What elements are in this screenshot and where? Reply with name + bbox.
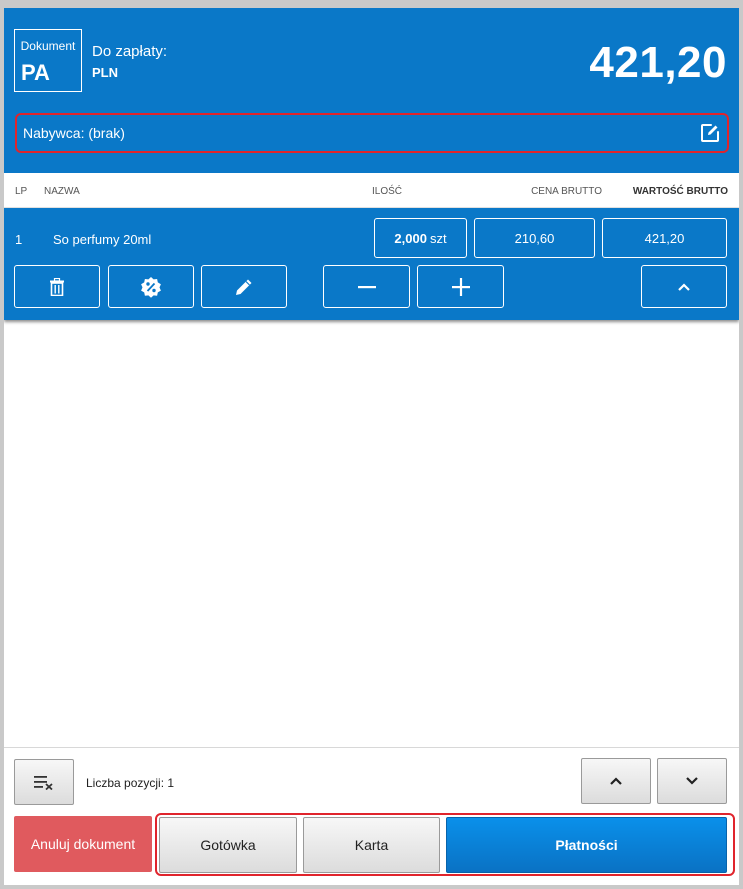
edit-icon [234, 277, 254, 297]
clear-list-icon [33, 774, 55, 790]
product-name: So perfumy 20ml [53, 232, 152, 247]
chevron-up-icon [677, 282, 691, 292]
item-count-label: Liczba pozycji: 1 [86, 776, 175, 790]
payments-button[interactable]: Płatności [446, 817, 727, 873]
document-type-label: Dokument [20, 39, 76, 53]
buyer-label: Nabywca: (brak) [23, 125, 125, 141]
discount-button[interactable] [108, 265, 194, 308]
column-header-gross-price: CENA BRUTTO [531, 186, 602, 197]
chevron-down-icon [685, 776, 699, 786]
delete-icon [49, 277, 65, 296]
amount-due-label: Do zapłaty: [92, 43, 168, 60]
buyer-field[interactable]: Nabywca: (brak) [15, 113, 729, 153]
currency-label: PLN [92, 65, 118, 80]
column-header-lp: LP [15, 186, 28, 197]
row-number: 1 [15, 232, 23, 247]
column-header-gross-value: WARTOŚĆ BRUTTO [632, 186, 728, 197]
delete-item-button[interactable] [14, 265, 100, 308]
column-header-name: NAZWA [44, 186, 80, 197]
gross-value-value: 421,20 [644, 230, 685, 246]
gross-price-value: 210,60 [514, 230, 555, 246]
document-header: Dokument PA Do zapłaty: PLN 421,20 Nabyw… [4, 8, 739, 173]
plus-icon [451, 277, 471, 297]
collapse-row-button[interactable] [641, 265, 727, 308]
discount-icon [140, 276, 162, 298]
quantity-value: 2,000 [394, 230, 427, 246]
minus-icon [357, 277, 377, 297]
total-amount: 421,20 [589, 38, 727, 87]
scroll-down-button[interactable] [657, 758, 727, 804]
quantity-field[interactable]: 2,000 szt [374, 218, 467, 258]
quantity-unit: szt [429, 230, 447, 246]
cancel-document-button[interactable]: Anuluj dokument [14, 816, 152, 872]
pos-document-window: Dokument PA Do zapłaty: PLN 421,20 Nabyw… [4, 8, 739, 885]
footer-divider [4, 747, 739, 748]
table-row[interactable]: 1 So perfumy 20ml 2,000 szt 210,60 421,2… [4, 208, 739, 320]
edit-item-button[interactable] [201, 265, 287, 308]
decrease-quantity-button[interactable] [323, 265, 410, 308]
document-type-box[interactable]: Dokument PA [14, 29, 82, 92]
column-header-quantity: ILOŚĆ [372, 186, 403, 197]
card-payment-button[interactable]: Karta [303, 817, 440, 873]
gross-value-field[interactable]: 421,20 [602, 218, 727, 258]
gross-price-field[interactable]: 210,60 [474, 218, 595, 258]
clear-list-button[interactable] [14, 759, 74, 805]
cash-payment-button[interactable]: Gotówka [159, 817, 297, 873]
chevron-up-icon [609, 776, 623, 786]
table-header: LP NAZWA ILOŚĆ CENA BRUTTO WARTOŚĆ BRUTT… [4, 173, 739, 208]
document-type-code: PA [21, 60, 50, 85]
increase-quantity-button[interactable] [417, 265, 504, 308]
edit-icon[interactable] [700, 123, 720, 143]
scroll-up-button[interactable] [581, 758, 651, 804]
